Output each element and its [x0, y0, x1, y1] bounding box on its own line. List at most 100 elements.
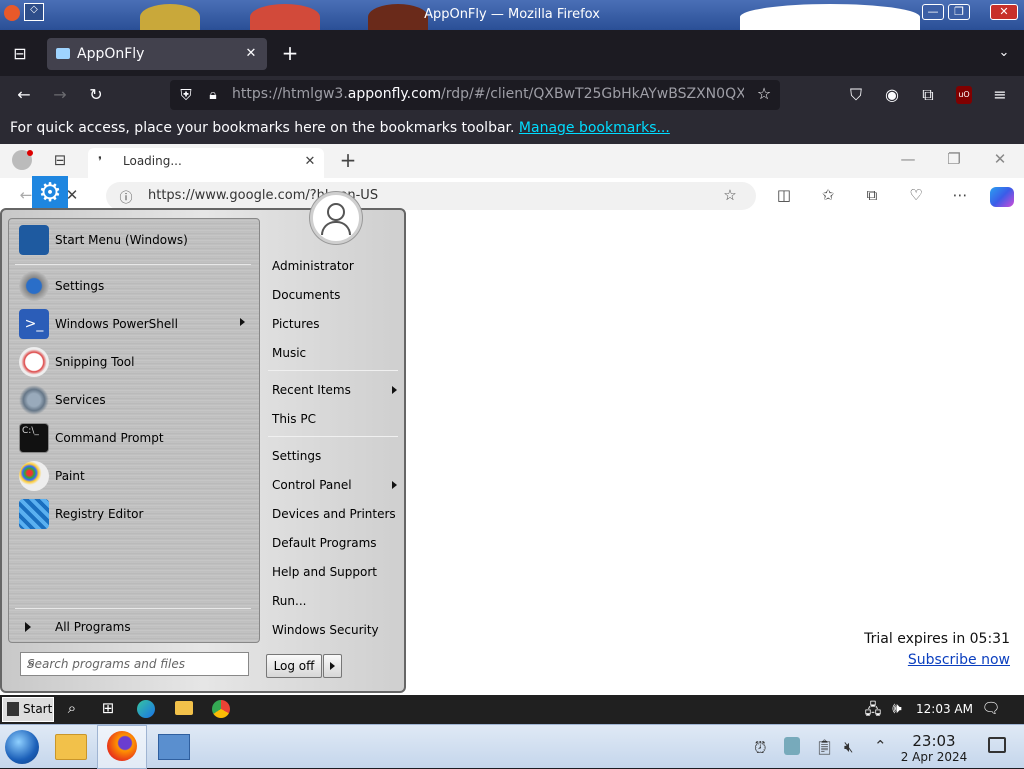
- avatar-head: [327, 203, 345, 221]
- tray-app-icon[interactable]: [784, 737, 800, 755]
- chrome-icon[interactable]: [212, 700, 230, 718]
- new-tab-icon[interactable]: +: [280, 43, 300, 63]
- edge-icon[interactable]: [137, 700, 155, 718]
- start-menu-item[interactable]: >_ Windows PowerShell: [15, 307, 255, 343]
- edge-address-bar[interactable]: ⓘ https://www.google.com/?hl=en-US ☆: [106, 182, 756, 210]
- file-explorer-icon[interactable]: [175, 701, 193, 715]
- start-button[interactable]: Start: [2, 697, 54, 722]
- edge-maximize-icon[interactable]: ❐: [944, 150, 964, 168]
- start-menu-item[interactable]: Settings: [15, 269, 255, 305]
- shutdown-options-button[interactable]: [323, 654, 342, 678]
- edge-new-tab-icon[interactable]: +: [338, 148, 358, 172]
- all-programs-button[interactable]: All Programs: [15, 615, 255, 641]
- trial-notice: Trial expires in 05:31 Subscribe now: [864, 629, 1010, 671]
- tab-actions-icon[interactable]: ⊟: [50, 151, 70, 169]
- start-menu-item[interactable]: Snipping Tool: [15, 345, 255, 381]
- edge-close-icon[interactable]: ✕: [990, 150, 1010, 168]
- remote-desktop[interactable]: ⊟ ❜ Loading... ✕ + — ❐ ✕ ← ✕ ◫ ✩ ⧉ ♡ ⋯ ⓘ…: [0, 144, 1024, 724]
- log-off-button[interactable]: Log off: [266, 654, 322, 678]
- this-pc-link[interactable]: This PC: [272, 412, 316, 426]
- recent-items-link[interactable]: Recent Items: [272, 383, 351, 397]
- close-button[interactable]: ✕: [990, 4, 1018, 20]
- minimize-button[interactable]: —: [922, 4, 944, 20]
- split-screen-icon[interactable]: ◫: [774, 186, 794, 204]
- muted-volume-icon[interactable]: 🔇︎: [844, 738, 853, 756]
- browser-essentials-icon[interactable]: ♡: [906, 186, 926, 204]
- site-info-icon[interactable]: ⓘ: [118, 187, 134, 206]
- submenu-arrow-icon: [240, 318, 245, 326]
- lock-icon[interactable]: 🔒︎: [204, 85, 222, 105]
- control-panel-link[interactable]: Control Panel: [272, 478, 352, 492]
- menu-hamburger-icon[interactable]: ≡: [990, 85, 1010, 105]
- user-avatar-icon[interactable]: [310, 192, 362, 244]
- default-programs-link[interactable]: Default Programs: [272, 536, 377, 550]
- help-support-link[interactable]: Help and Support: [272, 565, 377, 579]
- window-title: AppOnFly — Mozilla Firefox: [424, 7, 600, 22]
- forward-arrow-icon[interactable]: →: [50, 85, 70, 105]
- chevron-up-icon[interactable]: ⌃: [874, 737, 887, 755]
- window-titlebar[interactable]: ◇ AppOnFly — Mozilla Firefox — ❐ ✕: [0, 0, 1024, 30]
- collections-icon[interactable]: ⧉: [862, 186, 882, 204]
- maximize-button[interactable]: ❐: [948, 4, 970, 20]
- clipboard-icon[interactable]: 📋︎: [815, 738, 834, 756]
- start-menu-item[interactable]: Paint: [15, 459, 255, 495]
- documents-link[interactable]: Documents: [272, 288, 340, 302]
- list-tabs-chevron-icon[interactable]: ⌄: [994, 43, 1014, 63]
- search-icon[interactable]: ⌕: [27, 656, 242, 671]
- task-view-icon[interactable]: ⊞: [97, 699, 119, 717]
- subscribe-now-link[interactable]: Subscribe now: [864, 650, 1010, 671]
- start-menu-item[interactable]: C:\_ Command Prompt: [15, 421, 255, 457]
- run-link[interactable]: Run...: [272, 594, 306, 608]
- volume-icon[interactable]: 🕪︎: [886, 699, 908, 717]
- start-menu-icon: [19, 225, 49, 255]
- services-gears-icon: [19, 385, 49, 415]
- pocket-icon[interactable]: ⛉: [846, 85, 866, 105]
- url-text[interactable]: https://htmlgw3.apponfly.com/rdp/#/clien…: [232, 86, 744, 102]
- music-link[interactable]: Music: [272, 346, 306, 360]
- more-options-icon[interactable]: ⋯: [950, 186, 970, 204]
- back-arrow-icon[interactable]: ←: [14, 85, 34, 105]
- pictures-link[interactable]: Pictures: [272, 317, 320, 331]
- extensions-icon[interactable]: ⧉: [918, 85, 938, 105]
- remote-clock[interactable]: 12:03 AM: [916, 702, 973, 716]
- start-menu-item[interactable]: Start Menu (Windows): [15, 223, 255, 259]
- firefox-taskbar-button[interactable]: [97, 725, 147, 769]
- bookmark-star-icon[interactable]: ☆: [754, 84, 774, 104]
- show-desktop-icon[interactable]: [988, 737, 1006, 753]
- account-icon[interactable]: ◉: [882, 85, 902, 105]
- search-icon[interactable]: ⌕: [61, 699, 83, 717]
- manage-bookmarks-link[interactable]: Manage bookmarks...: [519, 120, 670, 136]
- edge-close-tab-icon[interactable]: ✕: [302, 154, 318, 169]
- settings-gear-icon[interactable]: ⚙: [32, 176, 68, 212]
- ublock-icon[interactable]: uO: [956, 86, 972, 104]
- notifications-icon[interactable]: 🗨︎: [980, 699, 1002, 717]
- remote-desktop-icon[interactable]: [158, 734, 190, 760]
- tab-apponfly[interactable]: AppOnFly ✕: [47, 38, 267, 70]
- edge-minimize-icon[interactable]: —: [898, 150, 918, 168]
- host-clock[interactable]: 23:03 2 Apr 2024: [898, 732, 970, 764]
- tab-title: AppOnFly: [77, 46, 145, 62]
- url-bar[interactable]: ⛨ 🔒︎ https://htmlgw3.apponfly.com/rdp/#/…: [170, 80, 780, 110]
- folder-icon[interactable]: [55, 734, 87, 760]
- close-tab-icon[interactable]: ✕: [241, 44, 261, 64]
- windows-security-link[interactable]: Windows Security: [272, 623, 379, 637]
- windows-orb-icon[interactable]: [5, 730, 39, 764]
- reload-icon[interactable]: ↻: [86, 85, 106, 105]
- search-programs-input[interactable]: Search programs and files ⌕: [20, 652, 249, 676]
- tab-overview-icon[interactable]: ⊟: [10, 44, 30, 64]
- notification-dot: [27, 150, 33, 156]
- favorites-icon[interactable]: ✩: [818, 186, 838, 204]
- item-label: Settings: [55, 279, 105, 293]
- alarm-icon[interactable]: ⏰︎: [754, 738, 766, 758]
- edge-tab-loading[interactable]: ❜ Loading... ✕: [88, 148, 324, 178]
- copilot-icon[interactable]: [990, 187, 1014, 207]
- shield-icon[interactable]: ⛨: [176, 85, 196, 105]
- snipping-tool-icon: [19, 347, 49, 377]
- start-menu-item[interactable]: Registry Editor: [15, 497, 255, 533]
- network-icon[interactable]: 🖧︎: [862, 699, 884, 724]
- devices-printers-link[interactable]: Devices and Printers: [272, 507, 396, 521]
- administrator-link[interactable]: Administrator: [272, 259, 354, 273]
- start-menu-item[interactable]: Services: [15, 383, 255, 419]
- settings-link[interactable]: Settings: [272, 449, 321, 463]
- add-favorite-star-icon[interactable]: ☆: [720, 186, 740, 204]
